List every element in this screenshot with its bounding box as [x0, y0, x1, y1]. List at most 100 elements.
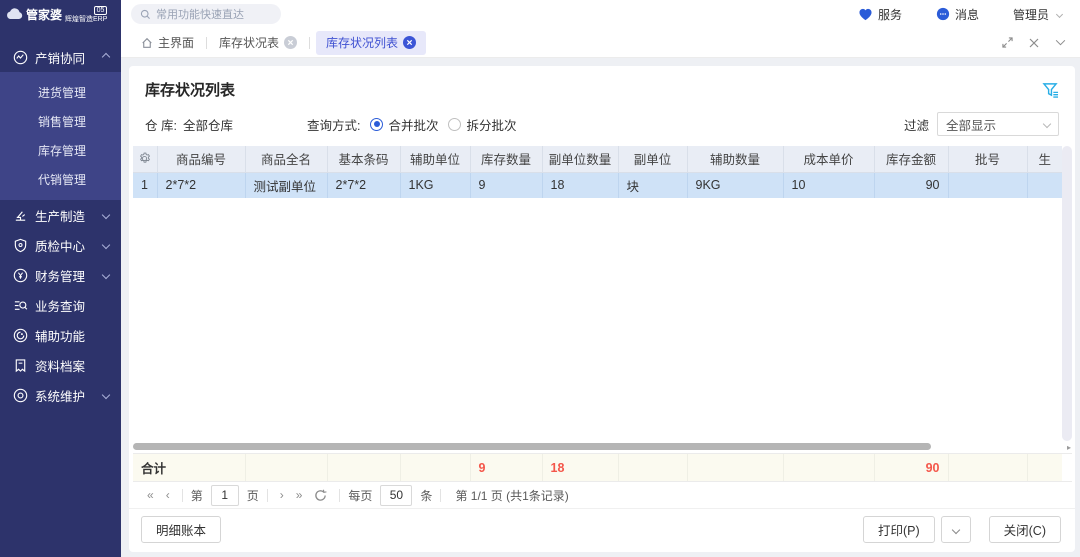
radio-unselected-icon[interactable]	[448, 118, 461, 131]
col-header[interactable]: 基本条码	[327, 146, 400, 172]
sidebar-item-sales-mgmt[interactable]: 销售管理	[0, 107, 121, 136]
horizontal-scrollbar-thumb[interactable]	[133, 443, 931, 450]
tab-close-icon[interactable]	[403, 36, 416, 49]
sidebar-item-quality-center[interactable]: 质检中心	[0, 230, 121, 260]
tab-inventory-list[interactable]: 库存状况列表	[316, 31, 426, 55]
message-label: 消息	[955, 6, 979, 23]
col-header[interactable]: 成本单价	[783, 146, 874, 172]
sidebar-item-label: 财务管理	[35, 266, 85, 285]
cell-item-code: 2*7*2	[157, 172, 245, 198]
close-tab-icon[interactable]	[1029, 38, 1039, 48]
vertical-scrollbar[interactable]	[1062, 146, 1072, 441]
scroll-right-arrow-icon[interactable]: ▸	[1067, 443, 1071, 452]
col-header[interactable]: 商品全名	[245, 146, 327, 172]
column-settings-gear-icon[interactable]	[133, 146, 157, 172]
sidebar-item-aux-functions[interactable]: 辅助功能	[0, 320, 121, 350]
sidebar-nav: 产销协同 进货管理 销售管理 库存管理 代销管理 生产制造 质检中心	[0, 28, 121, 557]
sidebar-item-label: 代销管理	[38, 171, 86, 188]
sidebar-item-manufacturing[interactable]: 生产制造	[0, 200, 121, 230]
col-header[interactable]: 库存金额	[874, 146, 948, 172]
per-page-input[interactable]	[380, 485, 412, 506]
service-label: 服务	[878, 6, 902, 23]
version-badge: 05	[94, 6, 108, 15]
sidebar-item-system-maintenance[interactable]: 系统维护	[0, 380, 121, 410]
window-controls	[1002, 37, 1080, 48]
next-page-button[interactable]: ›	[274, 488, 290, 502]
cell-stock-qty: 9	[470, 172, 542, 198]
message-button[interactable]: 消息	[936, 6, 979, 23]
col-header[interactable]: 库存数量	[470, 146, 542, 172]
col-header[interactable]: 生	[1027, 146, 1062, 172]
chevron-down-icon	[102, 241, 110, 249]
pager-separator	[339, 489, 340, 502]
totals-label: 合计	[133, 454, 245, 481]
col-header[interactable]: 辅助数量	[687, 146, 783, 172]
tab-close-icon[interactable]	[284, 36, 297, 49]
col-header[interactable]: 副单位数量	[542, 146, 618, 172]
sidebar-item-production-sales[interactable]: 产销协同	[0, 42, 121, 72]
table-header-row: 商品编号 商品全名 基本条码 辅助单位 库存数量 副单位数量 副单位 辅助数量 …	[133, 146, 1062, 172]
col-header[interactable]: 批号	[948, 146, 1027, 172]
radio-selected-icon[interactable]	[370, 118, 383, 131]
archive-icon	[12, 357, 28, 373]
print-button[interactable]: 打印(P)	[863, 516, 935, 543]
sidebar-item-label: 资料档案	[35, 356, 85, 375]
table-row-selected[interactable]: 1 2*7*2 测试副单位 2*7*2 1KG 9 18 块 9KG 10 90	[133, 172, 1062, 198]
chevron-down-icon	[1056, 10, 1063, 17]
sidebar-item-label: 系统维护	[35, 386, 85, 405]
warehouse-label: 仓 库:	[145, 115, 177, 134]
radio-split-batches[interactable]: 拆分批次	[448, 115, 516, 134]
maximize-icon[interactable]	[1002, 37, 1013, 48]
print-dropdown-button[interactable]	[941, 516, 971, 543]
user-menu[interactable]: 管理员	[1013, 6, 1062, 23]
inventory-table: 商品编号 商品全名 基本条码 辅助单位 库存数量 副单位数量 副单位 辅助数量 …	[133, 146, 1072, 441]
search-placeholder: 常用功能快速直达	[156, 6, 244, 22]
sidebar-item-label: 产销协同	[35, 48, 85, 67]
display-filter-select[interactable]: 全部显示	[937, 112, 1059, 136]
service-button[interactable]: 服务	[858, 6, 902, 23]
collapse-icon[interactable]	[1055, 39, 1066, 46]
detail-ledger-button[interactable]: 明细账本	[141, 516, 221, 543]
sidebar-item-consignment-mgmt[interactable]: 代销管理	[0, 165, 121, 194]
chevron-down-icon	[951, 525, 959, 533]
col-header[interactable]: 副单位	[618, 146, 687, 172]
chevron-down-icon	[102, 211, 110, 219]
totals-stock-qty: 9	[470, 454, 542, 481]
sidebar-item-inventory-mgmt[interactable]: 库存管理	[0, 136, 121, 165]
tab-home[interactable]: 主界面	[135, 34, 200, 51]
main-area: 常用功能快速直达 服务 消息 管理员 主界面	[121, 0, 1080, 557]
cell-item-name: 测试副单位	[245, 172, 327, 198]
warehouse-value[interactable]: 全部仓库	[183, 115, 233, 134]
last-page-button[interactable]: »	[290, 488, 309, 502]
sidebar-item-label: 库存管理	[38, 142, 86, 159]
cell-barcode: 2*7*2	[327, 172, 400, 198]
warehouse-filter: 仓 库: 全部仓库	[145, 115, 233, 134]
filter-bar: 仓 库: 全部仓库 查询方式: 合并批次 拆分批次	[129, 108, 1075, 146]
close-button[interactable]: 关闭(C)	[989, 516, 1061, 543]
tab-label: 库存状况列表	[326, 34, 398, 51]
sidebar-item-label: 进货管理	[38, 84, 86, 101]
heart-icon	[858, 8, 873, 21]
chevron-down-icon	[102, 271, 110, 279]
cell-stock-amount: 90	[874, 172, 948, 198]
sidebar-item-finance-mgmt[interactable]: 财务管理	[0, 260, 121, 290]
tab-inventory-report[interactable]: 库存状况表	[213, 34, 303, 51]
first-page-button[interactable]: «	[141, 488, 160, 502]
machine-icon	[12, 207, 28, 223]
sidebar-item-data-archive[interactable]: 资料档案	[0, 350, 121, 380]
col-header[interactable]: 商品编号	[157, 146, 245, 172]
sidebar-item-purchase-mgmt[interactable]: 进货管理	[0, 78, 121, 107]
quick-search-input[interactable]: 常用功能快速直达	[131, 4, 281, 24]
home-icon	[141, 37, 153, 49]
prev-page-button[interactable]: ‹	[160, 488, 176, 502]
radio-merge-batches[interactable]: 合并批次	[370, 115, 438, 134]
refresh-icon[interactable]	[314, 489, 327, 502]
content-area: 库存状况列表 仓 库: 全部仓库 查询方式: 合并批次	[121, 58, 1080, 557]
col-header[interactable]: 辅助单位	[400, 146, 470, 172]
display-filter-label: 过滤	[904, 115, 929, 134]
filter-funnel-icon[interactable]	[1042, 82, 1059, 98]
app-logo: 管家婆 05 辉煌智造ERP	[0, 0, 121, 28]
page-number-input[interactable]	[211, 485, 239, 506]
cell-sub-unit-qty: 18	[542, 172, 618, 198]
sidebar-item-business-query[interactable]: 业务查询	[0, 290, 121, 320]
